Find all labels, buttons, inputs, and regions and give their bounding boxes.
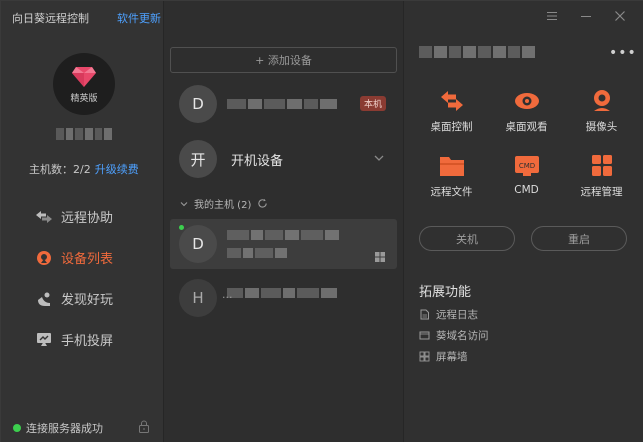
remote-file-icon [439, 157, 464, 176]
device-name-redacted [227, 230, 357, 258]
function-grid: 桌面控制 桌面观看 摄像头 远程文件 CMD CMD 远程管理 [414, 89, 639, 199]
nav-label: 远程协助 [61, 211, 114, 226]
restart-button[interactable]: 重启 [531, 226, 627, 251]
function-label: 摄像头 [585, 121, 618, 133]
sidebar-nav: 远程协助 设备列表 发现好玩 手机投屏 [1, 196, 164, 360]
extensions-list: 远程日志 葵域名访问 屏幕墙 [419, 304, 489, 367]
online-indicator [179, 225, 184, 230]
user-avatar[interactable]: 精英版 [53, 53, 115, 115]
lock-icon[interactable] [138, 420, 150, 433]
chevron-down-icon [180, 201, 188, 206]
device-row-local[interactable]: D 本机 [170, 79, 397, 129]
function-label: CMD [514, 184, 539, 196]
nav-label: 设备列表 [61, 252, 114, 267]
cmd-icon: CMD [514, 156, 539, 176]
diamond-icon [72, 67, 96, 87]
extensions-title: 拓展功能 [419, 285, 472, 300]
power-buttons: 关机 重启 [419, 226, 627, 251]
status-text: 连接服务器成功 [26, 422, 103, 435]
screen-cast-icon [35, 331, 53, 349]
nav-label: 发现好玩 [61, 293, 114, 308]
ext-screen-wall[interactable]: 屏幕墙 [419, 346, 489, 367]
upgrade-renew-link[interactable]: 升级续费 [95, 163, 139, 176]
device-name-redacted [227, 288, 357, 298]
desktop-view-button[interactable]: 桌面观看 [489, 89, 564, 134]
ext-domain-access[interactable]: 葵域名访问 [419, 325, 489, 346]
device-name-redacted [227, 99, 338, 109]
connection-status: 连接服务器成功 [13, 420, 103, 436]
device-list-panel: + 添加设备 D 本机 开 开机设备 我的主机 (2) D H ... [164, 1, 404, 442]
device-row-power-on[interactable]: 开 开机设备 [170, 134, 397, 184]
device-row-host-h[interactable]: H [170, 273, 397, 323]
device-avatar: 开 [179, 140, 217, 178]
device-title-redacted [419, 46, 535, 58]
function-label: 桌面观看 [505, 121, 548, 133]
desktop-control-icon [440, 91, 463, 111]
add-device-button[interactable]: + 添加设备 [170, 47, 397, 73]
device-avatar: H [179, 279, 217, 317]
refresh-icon[interactable] [257, 198, 268, 209]
ext-remote-log[interactable]: 远程日志 [419, 304, 489, 325]
log-icon [420, 309, 429, 320]
group-my-hosts[interactable]: 我的主机 (2) [180, 196, 268, 211]
device-detail-panel: ••• 桌面控制 桌面观看 摄像头 远程文件 CMD CMD 远程管理 关机 重… [404, 1, 643, 442]
chevron-down-icon[interactable] [373, 152, 385, 164]
windows-icon [375, 252, 385, 262]
minimize-icon[interactable] [578, 8, 594, 24]
camera-button[interactable]: 摄像头 [564, 89, 639, 134]
nav-discover[interactable]: 发现好玩 [1, 278, 164, 319]
ext-label: 远程日志 [436, 309, 478, 321]
nav-label: 手机投屏 [61, 334, 114, 349]
device-name: 开机设备 [231, 153, 284, 169]
app-window: 向日葵远程控制 软件更新 精英版 主机数：2/2 升级续费 远程协助 设备列表 … [0, 0, 643, 442]
edition-label: 精英版 [70, 94, 98, 104]
device-list-icon [35, 249, 53, 267]
device-avatar: D [179, 85, 217, 123]
more-options-icon[interactable]: ••• [609, 45, 637, 61]
close-icon[interactable] [612, 8, 628, 24]
camera-icon [593, 90, 610, 111]
username-redacted [56, 128, 113, 140]
host-count: 主机数：2/2 升级续费 [29, 161, 139, 177]
cmd-button[interactable]: CMD CMD [489, 154, 564, 199]
cmd-badge-text: CMD [518, 162, 534, 170]
remote-manage-icon [591, 155, 612, 176]
ext-label: 葵域名访问 [436, 330, 489, 342]
group-label-text: 我的主机 (2) [194, 200, 252, 211]
screen-wall-icon [419, 351, 430, 362]
domain-icon [419, 331, 430, 340]
remote-file-button[interactable]: 远程文件 [414, 154, 489, 199]
discover-icon [35, 290, 53, 308]
remote-manage-button[interactable]: 远程管理 [564, 154, 639, 199]
online-dot-icon [13, 424, 21, 432]
remote-assist-icon [35, 208, 53, 226]
host-count-label: 主机数：2/2 [29, 163, 91, 176]
sidebar: 向日葵远程控制 软件更新 精英版 主机数：2/2 升级续费 远程协助 设备列表 … [1, 1, 164, 442]
function-label: 桌面控制 [430, 121, 473, 133]
device-row-host-d[interactable]: D [170, 219, 397, 269]
function-label: 远程文件 [430, 186, 473, 198]
app-title: 向日葵远程控制 [12, 12, 89, 25]
ext-label: 屏幕墙 [436, 351, 468, 363]
desktop-control-button[interactable]: 桌面控制 [414, 89, 489, 134]
nav-remote-assist[interactable]: 远程协助 [1, 196, 164, 237]
nav-screen-cast[interactable]: 手机投屏 [1, 319, 164, 360]
nav-device-list[interactable]: 设备列表 [1, 237, 164, 278]
desktop-view-icon [514, 93, 539, 109]
software-update-link[interactable]: 软件更新 [117, 10, 161, 26]
shutdown-button[interactable]: 关机 [419, 226, 515, 251]
window-controls [544, 8, 628, 24]
local-badge: 本机 [359, 96, 386, 111]
device-avatar: D [179, 225, 217, 263]
menu-icon[interactable] [544, 8, 560, 24]
function-label: 远程管理 [580, 186, 623, 198]
device-extra-text: ... [222, 288, 233, 301]
